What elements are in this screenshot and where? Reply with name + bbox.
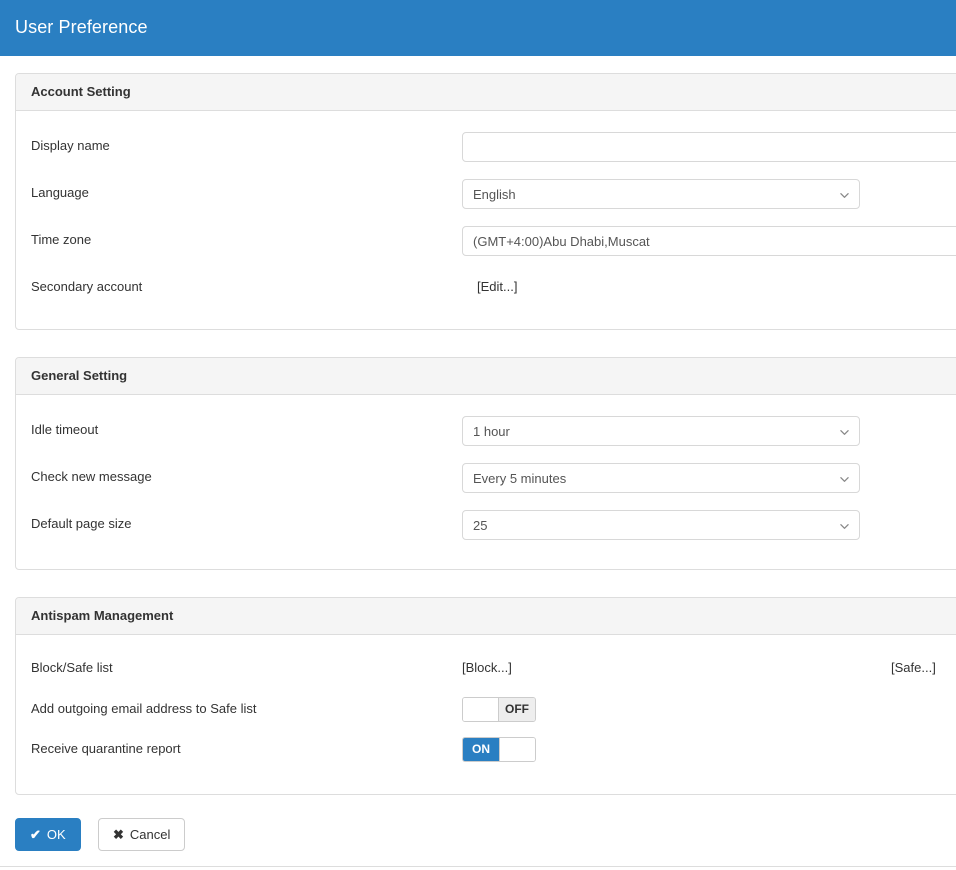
window-title-bar: User Preference — [0, 0, 956, 56]
page-title: User Preference — [15, 17, 148, 37]
label-block-safe-list: Block/Safe list — [31, 660, 113, 675]
toggle-knob — [499, 738, 535, 761]
panel-header-general-setting: General Setting — [16, 358, 956, 395]
display-name-input[interactable] — [462, 132, 956, 162]
secondary-account-edit-link[interactable]: [Edit...] — [477, 279, 517, 294]
footer-divider — [0, 866, 956, 867]
close-icon: ✖ — [113, 826, 124, 842]
label-display-name: Display name — [31, 138, 110, 153]
block-list-link[interactable]: [Block...] — [462, 660, 512, 675]
safe-list-link[interactable]: [Safe...] — [891, 660, 936, 675]
row-default-page-size: Default page size 25 — [16, 510, 956, 540]
cancel-button-label: Cancel — [129, 826, 171, 842]
language-select[interactable]: English — [462, 179, 860, 209]
time-zone-select-value: (GMT+4:00)Abu Dhabi,Muscat — [473, 234, 650, 249]
row-idle-timeout: Idle timeout 1 hour — [16, 416, 956, 446]
check-new-message-select[interactable]: Every 5 minutes — [462, 463, 860, 493]
ok-button-label: OK — [46, 826, 66, 842]
panel-antispam-management: Antispam Management Block/Safe list [Blo… — [15, 597, 956, 795]
row-check-new-message: Check new message Every 5 minutes — [16, 463, 956, 493]
panel-title-general-setting: General Setting — [31, 368, 128, 383]
panel-account-setting: Account Setting Display name Language En… — [15, 73, 956, 330]
chevron-down-icon — [840, 475, 849, 484]
row-time-zone: Time zone (GMT+4:00)Abu Dhabi,Muscat — [16, 226, 956, 256]
default-page-size-select-value: 25 — [473, 518, 488, 533]
panel-header-antispam-management: Antispam Management — [16, 598, 956, 635]
time-zone-select[interactable]: (GMT+4:00)Abu Dhabi,Muscat — [462, 226, 956, 256]
idle-timeout-select[interactable]: 1 hour — [462, 416, 860, 446]
panel-header-account-setting: Account Setting — [16, 74, 956, 111]
add-outgoing-to-safe-list-toggle[interactable]: OFF — [462, 697, 536, 722]
row-secondary-account: Secondary account [Edit...] — [16, 273, 956, 303]
chevron-down-icon — [840, 191, 849, 200]
panel-general-setting: General Setting Idle timeout 1 hour Chec… — [15, 357, 956, 570]
language-select-value: English — [473, 187, 516, 202]
label-add-outgoing-to-safe-list: Add outgoing email address to Safe list — [31, 701, 257, 716]
label-idle-timeout: Idle timeout — [31, 422, 99, 437]
toggle-knob — [463, 698, 499, 721]
ok-button[interactable]: ✔ OK — [15, 818, 81, 851]
default-page-size-select[interactable]: 25 — [462, 510, 860, 540]
row-block-safe-list: Block/Safe list [Block...] [Safe...] — [16, 654, 956, 684]
idle-timeout-select-value: 1 hour — [473, 424, 510, 439]
label-receive-quarantine-report: Receive quarantine report — [31, 741, 181, 756]
toggle-state-label: OFF — [499, 698, 535, 721]
panel-title-antispam-management: Antispam Management — [31, 608, 174, 623]
row-language: Language English — [16, 179, 956, 209]
check-new-message-select-value: Every 5 minutes — [473, 471, 567, 486]
cancel-button[interactable]: ✖ Cancel — [98, 818, 186, 851]
row-add-outgoing-to-safe-list: Add outgoing email address to Safe list … — [16, 695, 956, 725]
toggle-state-label: ON — [463, 738, 499, 761]
chevron-down-icon — [840, 428, 849, 437]
row-receive-quarantine-report: Receive quarantine report ON — [16, 735, 956, 765]
label-time-zone: Time zone — [31, 232, 92, 247]
label-secondary-account: Secondary account — [31, 279, 143, 294]
panel-title-account-setting: Account Setting — [31, 84, 131, 99]
row-display-name: Display name — [16, 132, 956, 162]
receive-quarantine-report-toggle[interactable]: ON — [462, 737, 536, 762]
label-check-new-message: Check new message — [31, 469, 152, 484]
chevron-down-icon — [840, 522, 849, 531]
label-default-page-size: Default page size — [31, 516, 132, 531]
check-icon: ✔ — [30, 826, 41, 842]
label-language: Language — [31, 185, 89, 200]
